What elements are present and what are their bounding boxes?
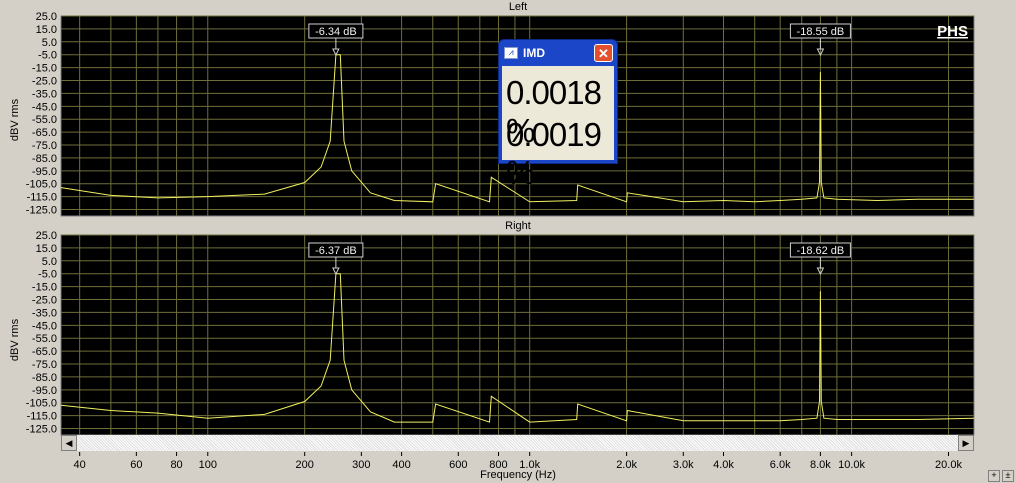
y-tick-label: -45.0	[32, 101, 57, 113]
y-tick-label: 25.0	[36, 11, 57, 23]
y-tick-label: -125.0	[26, 205, 57, 217]
y-tick-label: -75.0	[32, 140, 57, 152]
y-tick-label: 5.0	[42, 37, 57, 49]
x-tick-label: 4.0k	[713, 459, 734, 471]
y-tick-label: -45.0	[32, 320, 57, 332]
y-tick-label: 25.0	[36, 230, 57, 242]
y-tick-label: -65.0	[32, 127, 57, 139]
x-axis-label: Frequency (Hz)	[480, 469, 556, 481]
y-tick-label: -25.0	[32, 295, 57, 307]
x-tick-label: 60	[130, 459, 142, 471]
imd-titlebar[interactable]: ⩘ IMD ✕	[499, 40, 617, 66]
y-tick-label: -125.0	[26, 424, 57, 436]
y-tick-label: -85.0	[32, 372, 57, 384]
scroll-right-button[interactable]: ▶	[958, 435, 974, 451]
y-tick-label: -115.0	[27, 411, 57, 423]
zoom-reset-button[interactable]: ±	[1002, 470, 1014, 482]
y-tick-label: -15.0	[32, 282, 57, 294]
watermark-logo: PHS	[937, 23, 968, 40]
x-tick-label: 3.0k	[673, 459, 694, 471]
y-tick-label: -25.0	[32, 76, 57, 88]
x-tick-label: 40	[74, 459, 86, 471]
peak-label: -18.62 dB	[797, 245, 845, 257]
y-tick-label: -105.0	[26, 179, 57, 191]
y-tick-label: -35.0	[32, 307, 57, 319]
y-tick-label: -5.0	[38, 269, 57, 281]
y-tick-label: -55.0	[32, 114, 57, 126]
peak-label: -6.34 dB	[315, 26, 357, 38]
x-tick-label: 80	[170, 459, 182, 471]
y-tick-label: -95.0	[32, 385, 57, 397]
y-tick-label: -95.0	[32, 166, 57, 178]
x-tick-label: 6.0k	[770, 459, 791, 471]
imd-title: IMD	[523, 46, 545, 60]
horizontal-scrollbar[interactable]: ◀ ▶	[61, 435, 974, 451]
x-tick-label: 8.0k	[810, 459, 831, 471]
y-tick-label: 15.0	[36, 243, 57, 255]
y-tick-label: -5.0	[38, 50, 57, 62]
x-tick-label: 400	[392, 459, 410, 471]
imd-body: 0.0018 % 0.0019 %	[502, 66, 614, 191]
x-tick-label: 100	[199, 459, 217, 471]
y-tick-label: -85.0	[32, 153, 57, 165]
zoom-in-button[interactable]: +	[988, 470, 1000, 482]
x-tick-label: 300	[352, 459, 370, 471]
y-tick-label: -75.0	[32, 359, 57, 371]
x-tick-label: 10.0k	[838, 459, 865, 471]
imd-value-right: 0.0019 %	[506, 116, 602, 191]
y-tick-label: 15.0	[36, 24, 57, 36]
x-tick-label: 2.0k	[616, 459, 637, 471]
scroll-left-button[interactable]: ◀	[61, 435, 77, 451]
y-tick-label: -115.0	[27, 192, 57, 204]
y-tick-label: -105.0	[26, 398, 57, 410]
y-tick-label: -15.0	[32, 63, 57, 75]
y-tick-label: 5.0	[42, 256, 57, 268]
y-tick-label: -55.0	[32, 333, 57, 345]
peak-label: -6.37 dB	[315, 245, 357, 257]
waveform-icon: ⩘	[504, 47, 518, 59]
imd-window[interactable]: ⩘ IMD ✕ 0.0018 % 0.0019 %	[498, 39, 618, 191]
scroll-track[interactable]	[77, 435, 958, 451]
peak-label: -18.55 dB	[797, 26, 845, 38]
y-tick-label: -65.0	[32, 346, 57, 358]
y-tick-label: -35.0	[32, 88, 57, 100]
zoom-controls: + ±	[988, 470, 1014, 482]
close-button[interactable]: ✕	[594, 44, 613, 62]
x-tick-label: 20.0k	[935, 459, 962, 471]
x-tick-label: 200	[295, 459, 313, 471]
